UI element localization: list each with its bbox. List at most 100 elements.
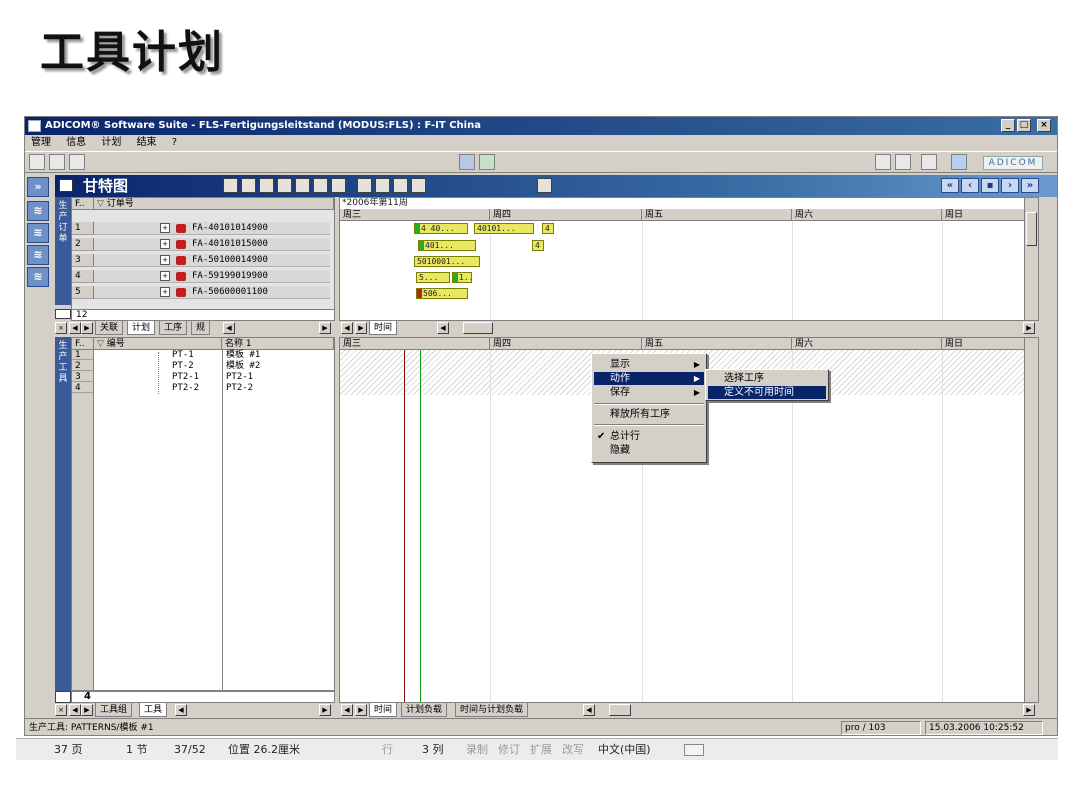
tools-col-f[interactable]: F.. [72,338,94,350]
word-ovr[interactable]: 改写 [562,739,584,761]
orders-vtab[interactable]: 生产订单 [55,197,71,305]
menu-help[interactable]: ? [172,137,177,148]
person-icon[interactable] [295,178,310,193]
tool-code[interactable]: PT2-2 [172,382,199,395]
gantt-bar[interactable]: 5... [416,272,450,283]
tools-col-code[interactable]: ▽ 编号 [94,338,222,350]
edit-icon[interactable] [259,178,274,193]
sidebar-nav-3-icon[interactable]: ≋ [27,245,49,265]
tab-time-and-load[interactable]: 时间与计划负载 [455,703,529,717]
today-icon[interactable]: ▪ [981,178,999,193]
menu-item-total-row[interactable]: ✔ 总计行 [594,430,704,443]
expand-plus-icon[interactable]: + [160,271,170,281]
expand-icon[interactable]: » [27,177,49,197]
menu-item-save[interactable]: 保存 ▶ [594,386,704,399]
menu-item-show[interactable]: 显示 ▶ [594,358,704,371]
sidebar-nav-1-icon[interactable]: ≋ [27,201,49,221]
tab-time[interactable]: 时间 [369,321,398,335]
close-x-icon[interactable]: × [55,704,67,716]
filter-icon[interactable] [313,178,328,193]
expand-plus-icon[interactable]: + [160,287,170,297]
sidebar-nav-4-icon[interactable]: ≋ [27,267,49,287]
tab-rules[interactable]: 规 [191,321,211,335]
hscroll-thumb[interactable] [463,322,493,334]
expand-plus-icon[interactable]: + [160,255,170,265]
tab-scroll-right-icon[interactable]: ▶ [81,704,93,716]
sidebar-nav-2-icon[interactable]: ≋ [27,223,49,243]
gantt-bar[interactable]: 4 [542,223,554,234]
tab-time[interactable]: 时间 [369,703,398,717]
order-row[interactable]: + FA-40101015000 [94,238,330,251]
spellcheck-icon[interactable] [684,744,704,756]
tab-tools[interactable]: 工具 [139,703,168,717]
tab-plan-load[interactable]: 计划负载 [401,703,448,717]
tab-relations[interactable]: 关联 [95,321,124,335]
minimize-icon[interactable]: _ [1001,119,1015,132]
gantt-bar[interactable]: 1... [452,272,472,283]
hscroll-left-icon[interactable]: ◀ [223,322,235,334]
menu-item-hide[interactable]: 隐藏 [594,444,704,457]
tab-scroll-right-icon[interactable]: ▶ [81,322,93,334]
tab-tool-groups[interactable]: 工具组 [95,703,133,717]
gantt-bar[interactable]: 5010001... [414,256,480,267]
tab-plan[interactable]: 计划 [127,321,156,335]
word-rec[interactable]: 录制 [466,739,488,761]
next-page-icon[interactable]: › [1001,178,1019,193]
scroll-thumb[interactable] [1026,212,1037,246]
gantt-bar[interactable]: 401... [418,240,476,251]
tools-icon[interactable] [875,154,891,170]
orders-col-number[interactable]: ▽ 订单号 [94,198,334,210]
close-x-icon[interactable]: × [55,322,67,334]
gantt-bar[interactable]: 40101... [474,223,534,234]
gantt-bar[interactable]: 4 [532,240,544,251]
menu-item-define-unavailable[interactable]: 定义不可用时间 [708,386,826,399]
gantt-bar[interactable]: 4 40... [414,223,468,234]
expand-plus-icon[interactable]: + [160,239,170,249]
order-row[interactable]: + FA-50100014900 [94,254,330,267]
pen-icon[interactable] [537,178,552,193]
hscroll-right-icon[interactable]: ▶ [319,704,331,716]
first-page-icon[interactable]: « [941,178,959,193]
last-page-icon[interactable]: » [1021,178,1039,193]
tools-vscrollbar[interactable] [1024,338,1038,702]
orders-vscrollbar[interactable] [1024,198,1038,320]
word-trk[interactable]: 修订 [498,739,520,761]
menu-item-release-all[interactable]: 释放所有工序 [594,408,704,421]
tab-scroll-right-icon[interactable]: ▶ [355,322,367,334]
menu-item-action[interactable]: 动作 ▶ [594,372,704,385]
menu-plan[interactable]: 计划 [101,137,121,148]
tab-scroll-left-icon[interactable]: ◀ [69,704,81,716]
link-icon[interactable] [479,154,495,170]
tab-scroll-left-icon[interactable]: ◀ [341,322,353,334]
tab-scroll-left-icon[interactable]: ◀ [69,322,81,334]
chart-icon[interactable] [375,178,390,193]
hscroll-thumb[interactable] [609,704,631,716]
help-icon[interactable] [951,154,967,170]
network-graph-icon[interactable] [331,178,346,193]
hscroll-right-icon[interactable]: ▶ [1023,322,1035,334]
hscroll-left-icon[interactable]: ◀ [437,322,449,334]
menu-info[interactable]: 信息 [66,137,86,148]
maximize-icon[interactable]: □ [1017,119,1031,132]
tool-name[interactable]: PT2-2 [226,382,253,395]
prev-page-icon[interactable]: ‹ [961,178,979,193]
hscroll-right-icon[interactable]: ▶ [1023,704,1035,716]
tab-operations[interactable]: 工序 [159,321,188,335]
tab-scroll-left-icon[interactable]: ◀ [341,704,353,716]
gantt-bar[interactable]: 506... [416,288,468,299]
tools-vtab[interactable]: 生产工具 [55,337,71,691]
refresh-icon[interactable] [411,178,426,193]
calendar-icon[interactable] [357,178,372,193]
monitor-icon[interactable] [69,154,85,170]
close-icon[interactable]: × [1037,119,1051,132]
order-row[interactable]: + FA-59199019900 [94,270,330,283]
expand-plus-icon[interactable]: + [160,223,170,233]
grid-icon[interactable] [49,154,65,170]
hscroll-left-icon[interactable]: ◀ [583,704,595,716]
hscroll-left-icon[interactable]: ◀ [175,704,187,716]
orders-col-f[interactable]: F.. [72,198,94,210]
globe-icon[interactable] [921,154,937,170]
tool-icon[interactable] [277,178,292,193]
menu-item-select-operation[interactable]: 选择工序 [708,372,826,385]
zoom-icon[interactable] [393,178,408,193]
